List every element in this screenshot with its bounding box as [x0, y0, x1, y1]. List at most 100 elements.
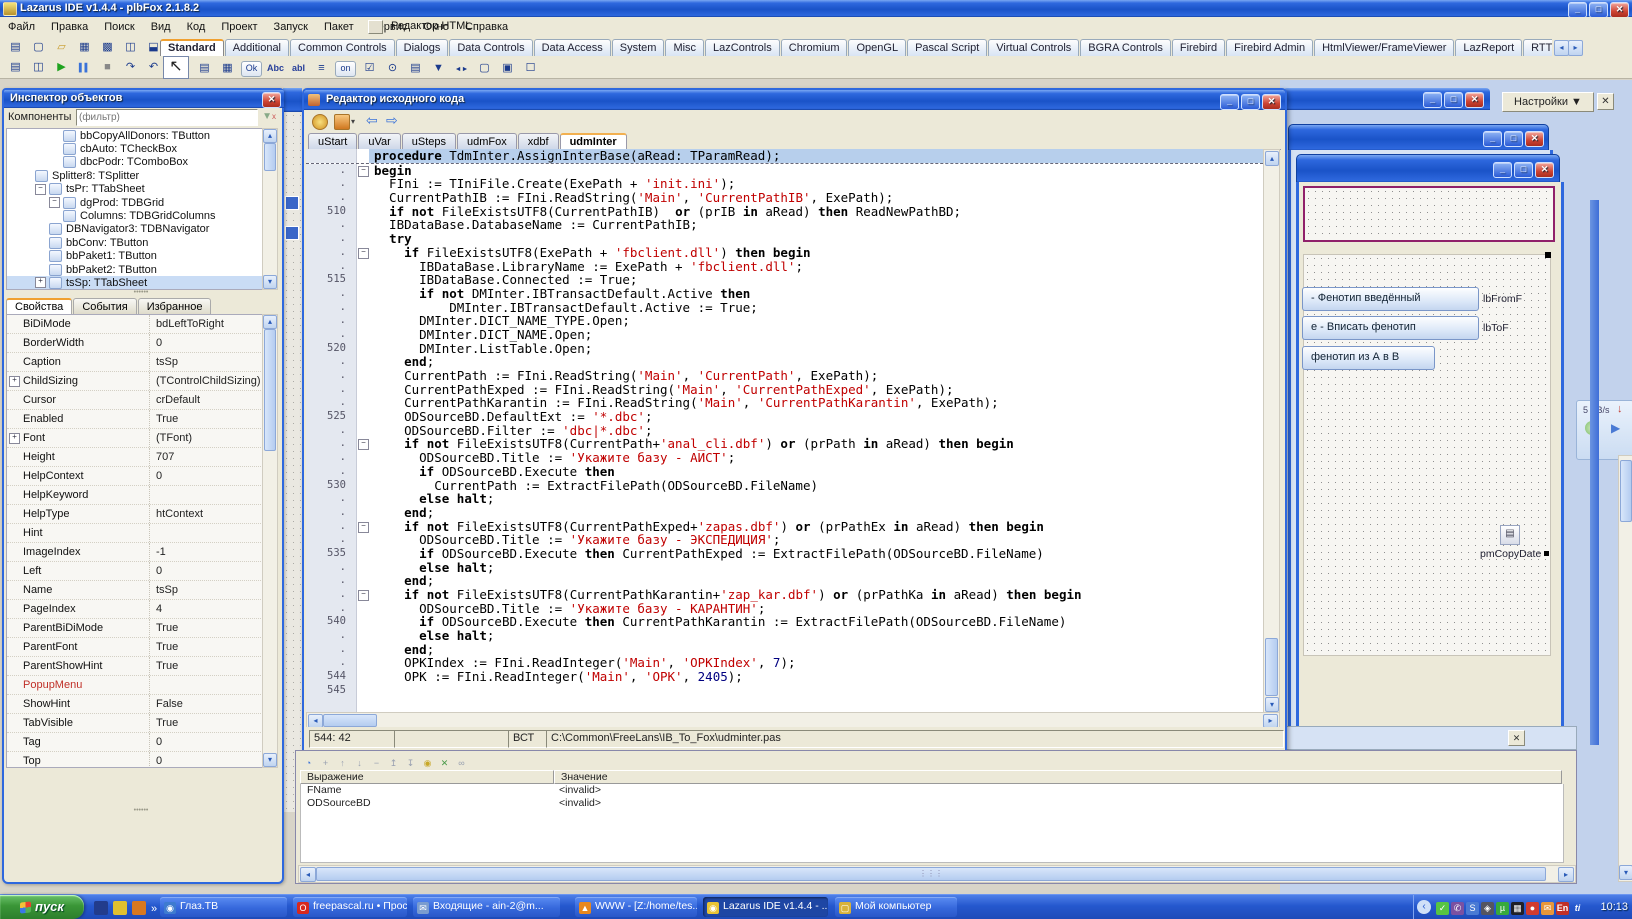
- open-icon[interactable]: ▱: [52, 39, 71, 56]
- code-line[interactable]: 530 CurrentPath := ExtractFilePath(ODSou…: [306, 479, 1263, 493]
- component-tree-item[interactable]: −dgProd: TDBGrid: [7, 196, 263, 209]
- code-line[interactable]: .− if not FileExistsUTF8(CurrentPathKara…: [306, 588, 1263, 602]
- palette-tab[interactable]: Virtual Controls: [988, 39, 1079, 56]
- code-text[interactable]: end;: [369, 355, 1263, 369]
- palette-scroll-right-icon[interactable]: ▸: [1568, 40, 1583, 56]
- copy-icon[interactable]: ◫: [121, 39, 140, 56]
- taskbar-button[interactable]: ▢Мой компьютер: [835, 897, 957, 917]
- object-inspector-titlebar[interactable]: Инспектор объектов ✕: [4, 90, 284, 108]
- code-text[interactable]: CurrentPath := FIni.ReadString('Main', '…: [369, 369, 1263, 383]
- menu-item[interactable]: Файл: [0, 18, 43, 37]
- delete-all-icon[interactable]: ✕: [437, 757, 452, 770]
- code-text[interactable]: CurrentPathKarantin := FIni.ReadString('…: [369, 396, 1263, 410]
- component-tree-item[interactable]: Splitter8: TSplitter: [7, 169, 263, 182]
- palette-tab[interactable]: System: [612, 39, 665, 56]
- code-text[interactable]: else halt;: [369, 561, 1263, 575]
- property-row[interactable]: PageIndex4: [7, 600, 263, 619]
- editor-vertical-scrollbar[interactable]: ▴ ▾: [1263, 149, 1280, 714]
- code-text[interactable]: if ODSourceBD.Execute then CurrentPathKa…: [369, 615, 1263, 629]
- property-row[interactable]: Hint: [7, 524, 263, 543]
- menu-item[interactable]: Пакет: [316, 18, 362, 37]
- property-value[interactable]: -1: [150, 546, 166, 558]
- palette-tab[interactable]: Additional: [225, 39, 289, 56]
- display-tray-icon[interactable]: ▦: [1511, 902, 1524, 915]
- property-row[interactable]: HelpContext0: [7, 467, 263, 486]
- code-line[interactable]: 525 ODSourceBD.DefaultExt := '*.dbc';: [306, 410, 1263, 424]
- editor-tab[interactable]: udmInter: [560, 133, 627, 150]
- tree-scrollbar[interactable]: ▴ ▾: [262, 128, 278, 290]
- property-value[interactable]: tsSp: [150, 356, 178, 368]
- tray-chevron-icon[interactable]: ‹: [1417, 900, 1431, 914]
- language-indicator[interactable]: En: [1556, 902, 1569, 915]
- expand-icon[interactable]: +: [9, 433, 20, 444]
- component-tree-item[interactable]: bbPaket2: TButton: [7, 263, 263, 276]
- code-line[interactable]: 520 DMInter.ListTable.Open;: [306, 342, 1263, 356]
- form-grid-area[interactable]: [1303, 254, 1551, 656]
- palette-tab[interactable]: Chromium: [781, 39, 848, 56]
- play-icon[interactable]: ▶: [1611, 421, 1620, 435]
- code-line[interactable]: . ODSourceBD.Title := 'Укажите базу - КА…: [306, 602, 1263, 616]
- palette-tab[interactable]: Standard: [160, 39, 224, 56]
- property-row[interactable]: EnabledTrue: [7, 410, 263, 429]
- property-row[interactable]: ChildSizing+(TControlChildSizing): [7, 372, 263, 391]
- property-row[interactable]: CaptiontsSp: [7, 353, 263, 372]
- editor-tab[interactable]: xdbf: [518, 133, 559, 150]
- code-text[interactable]: else halt;: [369, 629, 1263, 643]
- component-tree-item[interactable]: cbAuto: TCheckBox: [7, 142, 263, 155]
- property-row[interactable]: Tag0: [7, 733, 263, 752]
- component-tree-item[interactable]: Columns: TDBGridColumns: [7, 209, 263, 222]
- inspector-tab[interactable]: Избранное: [138, 298, 212, 315]
- code-text[interactable]: if not FileExistsUTF8(CurrentPathIB) or …: [369, 205, 1263, 219]
- settings-dropdown-button[interactable]: Настройки ▼: [1502, 92, 1594, 112]
- property-row[interactable]: ParentBiDiModeTrue: [7, 619, 263, 638]
- property-value[interactable]: htContext: [150, 508, 203, 520]
- skype-tray-icon[interactable]: S: [1466, 902, 1479, 915]
- debug-pane-close-icon[interactable]: ✕: [1508, 730, 1525, 746]
- property-row[interactable]: Left0: [7, 562, 263, 581]
- code-line[interactable]: 545: [306, 684, 1263, 698]
- code-text[interactable]: IBDataBase.LibraryName := ExePath + 'fbc…: [369, 260, 1263, 274]
- taskbar-button[interactable]: ✉Входящие - ain-2@m...: [413, 897, 560, 917]
- forward-icon[interactable]: ⇨: [386, 112, 398, 129]
- watch-col-expression[interactable]: Выражение: [300, 770, 554, 784]
- component-tree-item[interactable]: bbConv: TButton: [7, 236, 263, 249]
- code-line[interactable]: . CurrentPathIB := FIni.ReadString('Main…: [306, 191, 1263, 205]
- quick-launch-overflow-icon[interactable]: »: [151, 903, 157, 915]
- menu-item[interactable]: Запуск: [266, 18, 316, 37]
- property-row[interactable]: TabVisibleTrue: [7, 714, 263, 733]
- watch-row[interactable]: FName<invalid>: [301, 784, 1563, 797]
- code-text[interactable]: DMInter.IBTransactDefault.Active := True…: [369, 301, 1263, 315]
- code-text[interactable]: [369, 698, 1263, 712]
- options-icon[interactable]: [334, 114, 350, 130]
- tlistbox-icon[interactable]: ▤: [406, 60, 425, 77]
- power-icon[interactable]: ◔: [301, 757, 316, 770]
- code-line[interactable]: . else halt;: [306, 492, 1263, 506]
- code-line[interactable]: . else halt;: [306, 629, 1263, 643]
- fold-collapse-icon[interactable]: −: [358, 248, 369, 259]
- component-tree-item[interactable]: bbCopyAllDonors: TButton: [7, 129, 263, 142]
- add-watch-icon[interactable]: +: [318, 757, 333, 770]
- palette-tab[interactable]: RTTI: [1523, 39, 1552, 56]
- tgroupbox-icon[interactable]: ▢: [475, 60, 494, 77]
- component-filter-input[interactable]: [76, 109, 258, 126]
- palette-scroll-left-icon[interactable]: ◂: [1554, 40, 1569, 56]
- palette-tab[interactable]: Firebird Admin: [1226, 39, 1313, 56]
- palette-tab[interactable]: Common Controls: [290, 39, 395, 56]
- view-forms-icon[interactable]: ◫: [29, 59, 48, 76]
- code-text[interactable]: DMInter.ListTable.Open;: [369, 342, 1263, 356]
- component-tree-item[interactable]: dbcPodr: TComboBox: [7, 156, 263, 169]
- property-row[interactable]: Top0: [7, 752, 263, 768]
- propgrid-scrollbar[interactable]: ▴ ▾: [262, 314, 278, 768]
- form-button[interactable]: е - Вписать фенотип: [1302, 316, 1479, 340]
- code-line[interactable]: 540 if ODSourceBD.Execute then CurrentPa…: [306, 615, 1263, 629]
- code-area[interactable]: procedure TdmInter.AssignInterBase(aRead…: [306, 149, 1263, 712]
- inspector-tab[interactable]: События: [73, 298, 136, 315]
- mail-tray-icon[interactable]: ✉: [1541, 902, 1554, 915]
- palette-tab[interactable]: Dialogs: [396, 39, 449, 56]
- code-line[interactable]: . else halt;: [306, 561, 1263, 575]
- code-text[interactable]: if not FileExistsUTF8(CurrentPathExped+'…: [369, 520, 1263, 534]
- taskbar-button[interactable]: ▲WWW - [Z:/home/tes...: [575, 897, 697, 917]
- code-text[interactable]: try: [369, 232, 1263, 246]
- editor-tab[interactable]: udmFox: [457, 133, 517, 150]
- code-text[interactable]: OPKIndex := FIni.ReadInteger('Main', 'OP…: [369, 656, 1263, 670]
